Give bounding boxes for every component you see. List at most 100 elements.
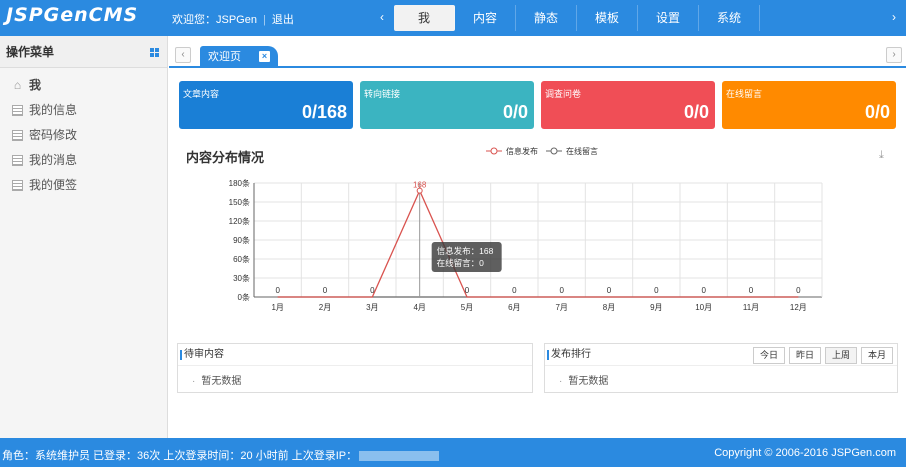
- x-tick-label: 9月: [650, 303, 662, 312]
- x-tick-label: 12月: [790, 303, 807, 312]
- tab-next-button[interactable]: ›: [886, 47, 902, 63]
- empty-message: 暂无数据: [545, 366, 897, 387]
- home-icon: ⌂: [13, 78, 22, 92]
- range-yesterday[interactable]: 昨日: [788, 347, 821, 364]
- sidebar-menu: ⌂ 我 我的信息 密码修改 我的消息 我的便签: [0, 68, 167, 198]
- y-tick-label: 0条: [238, 292, 250, 302]
- document-icon: [12, 155, 23, 166]
- data-label: 0: [465, 286, 470, 295]
- data-label: 0: [323, 286, 328, 295]
- y-tick-label: 90条: [233, 235, 250, 245]
- sidebar-title: 操作菜单: [6, 45, 55, 59]
- panel-title: 待审内容: [178, 344, 532, 366]
- range-this-month[interactable]: 本月: [860, 347, 893, 364]
- tab-bar: ‹ 欢迎页 × ›: [169, 36, 906, 68]
- card-value: 0/0: [502, 102, 528, 122]
- stat-card-articles[interactable]: 文章内容 0/168: [179, 81, 353, 129]
- x-tick-label: 6月: [508, 303, 520, 312]
- x-tick-label: 1月: [271, 303, 283, 312]
- legend-marker: [550, 147, 558, 155]
- x-tick-label: 4月: [413, 303, 425, 312]
- data-label: 0: [749, 286, 754, 295]
- x-tick-label: 5月: [461, 303, 473, 312]
- x-tick-label: 10月: [695, 303, 712, 312]
- nav-prev-icon[interactable]: ‹: [380, 10, 384, 24]
- nav-content[interactable]: 内容: [455, 5, 516, 31]
- sidebar-item-messages[interactable]: 我的消息: [0, 148, 167, 173]
- card-label: 文章内容: [183, 89, 220, 99]
- card-label: 转向链接: [364, 89, 401, 99]
- data-label: 0: [275, 286, 280, 295]
- top-nav: 我 内容 静态 模板 设置 系统: [394, 5, 760, 31]
- card-value: 0/0: [683, 102, 709, 122]
- stat-card-messages[interactable]: 在线留言 0/0: [722, 81, 896, 129]
- y-tick-label: 120条: [229, 216, 250, 226]
- range-tabs: 今日 昨日 上周 本月: [752, 347, 893, 364]
- x-tick-label: 7月: [555, 303, 567, 312]
- legend-label: 在线留言: [566, 146, 598, 156]
- data-label: 0: [370, 286, 375, 295]
- y-tick-label: 150条: [229, 197, 250, 207]
- sidebar-item-label: 我的信息: [29, 103, 78, 117]
- data-label: 0: [701, 286, 706, 295]
- x-tick-label: 8月: [603, 303, 615, 312]
- sidebar-item-label: 我的便签: [29, 178, 78, 192]
- document-icon: [12, 130, 23, 141]
- pending-panel: 待审内容 暂无数据: [177, 343, 533, 393]
- tooltip-text: 在线留言：0: [437, 258, 485, 268]
- card-label: 调查问卷: [545, 89, 582, 99]
- x-tick-label: 3月: [366, 303, 378, 312]
- data-label: 0: [654, 286, 659, 295]
- sidebar-item-label: 我: [29, 78, 42, 92]
- login-info: 角色：系统维护员 已登录：36次 上次登录时间：20 小时前 上次登录IP：: [2, 447, 440, 463]
- top-bar: JSPGenCMS 欢迎您：JSPGen | 退出 ‹ 我 内容 静态 模板 设置 …: [0, 0, 906, 36]
- data-label: 0: [796, 286, 801, 295]
- nav-next-icon[interactable]: ›: [892, 10, 896, 24]
- sidebar-item-password[interactable]: 密码修改: [0, 123, 167, 148]
- y-tick-label: 180条: [229, 178, 250, 188]
- data-label: 0: [512, 286, 517, 295]
- legend-marker: [490, 147, 498, 155]
- document-icon: [12, 105, 23, 116]
- status-footer: 角色：系统维护员 已登录：36次 上次登录时间：20 小时前 上次登录IP： C…: [0, 438, 906, 467]
- sidebar-item-label: 密码修改: [29, 128, 78, 142]
- range-last-week[interactable]: 上周: [824, 347, 857, 364]
- logout-link[interactable]: 退出: [272, 14, 294, 26]
- data-point: [416, 187, 423, 194]
- sidebar-header: 操作菜单: [0, 36, 167, 68]
- nav-settings[interactable]: 设置: [638, 5, 699, 31]
- card-value: 0/0: [864, 102, 890, 122]
- data-label: 0: [559, 286, 564, 295]
- logo[interactable]: JSPGenCMS: [6, 4, 138, 26]
- tooltip-text: 信息发布：168: [437, 246, 494, 256]
- stat-card-links[interactable]: 转向链接 0/0: [360, 81, 534, 129]
- sidebar-item-notes[interactable]: 我的便签: [0, 173, 167, 198]
- nav-template[interactable]: 模板: [577, 5, 638, 31]
- ip-mask: [359, 451, 440, 462]
- tab-welcome[interactable]: 欢迎页 ×: [200, 46, 278, 68]
- rank-panel: 发布排行 今日 昨日 上周 本月 暂无数据: [544, 343, 898, 393]
- stat-card-surveys[interactable]: 调查问卷 0/0: [541, 81, 715, 129]
- nav-me[interactable]: 我: [394, 5, 455, 31]
- nav-system[interactable]: 系统: [699, 5, 760, 31]
- copyright: Copyright © 2006-2016 JSPGen.com: [714, 447, 896, 459]
- welcome-text: 欢迎您：JSPGen: [172, 14, 257, 26]
- legend-label: 信息发布: [506, 146, 538, 156]
- sidebar: 操作菜单 ⌂ 我 我的信息 密码修改 我的消息 我的便签: [0, 36, 168, 438]
- sidebar-item-me[interactable]: ⌂ 我: [0, 73, 167, 98]
- sidebar-item-label: 我的消息: [29, 153, 78, 167]
- grid-icon[interactable]: [150, 48, 159, 57]
- login-info-text: 角色：系统维护员 已登录：36次 上次登录时间：20 小时前 上次登录IP：: [2, 450, 358, 462]
- y-tick-label: 30条: [233, 273, 250, 283]
- x-tick-label: 11月: [743, 303, 759, 312]
- document-icon: [12, 180, 23, 191]
- range-today[interactable]: 今日: [752, 347, 785, 364]
- content-distribution-chart: 0条 30条 60条 90条 120条 150条 180条 1月 2月 3月 4月 5月 6月 7月 8月 9…: [229, 146, 823, 312]
- data-label: 0: [607, 286, 612, 295]
- card-value: 0/168: [301, 102, 347, 122]
- close-icon[interactable]: ×: [259, 51, 270, 62]
- sidebar-item-my-info[interactable]: 我的信息: [0, 98, 167, 123]
- nav-static[interactable]: 静态: [516, 5, 577, 31]
- empty-message: 暂无数据: [178, 366, 532, 387]
- tab-prev-button[interactable]: ‹: [175, 47, 191, 63]
